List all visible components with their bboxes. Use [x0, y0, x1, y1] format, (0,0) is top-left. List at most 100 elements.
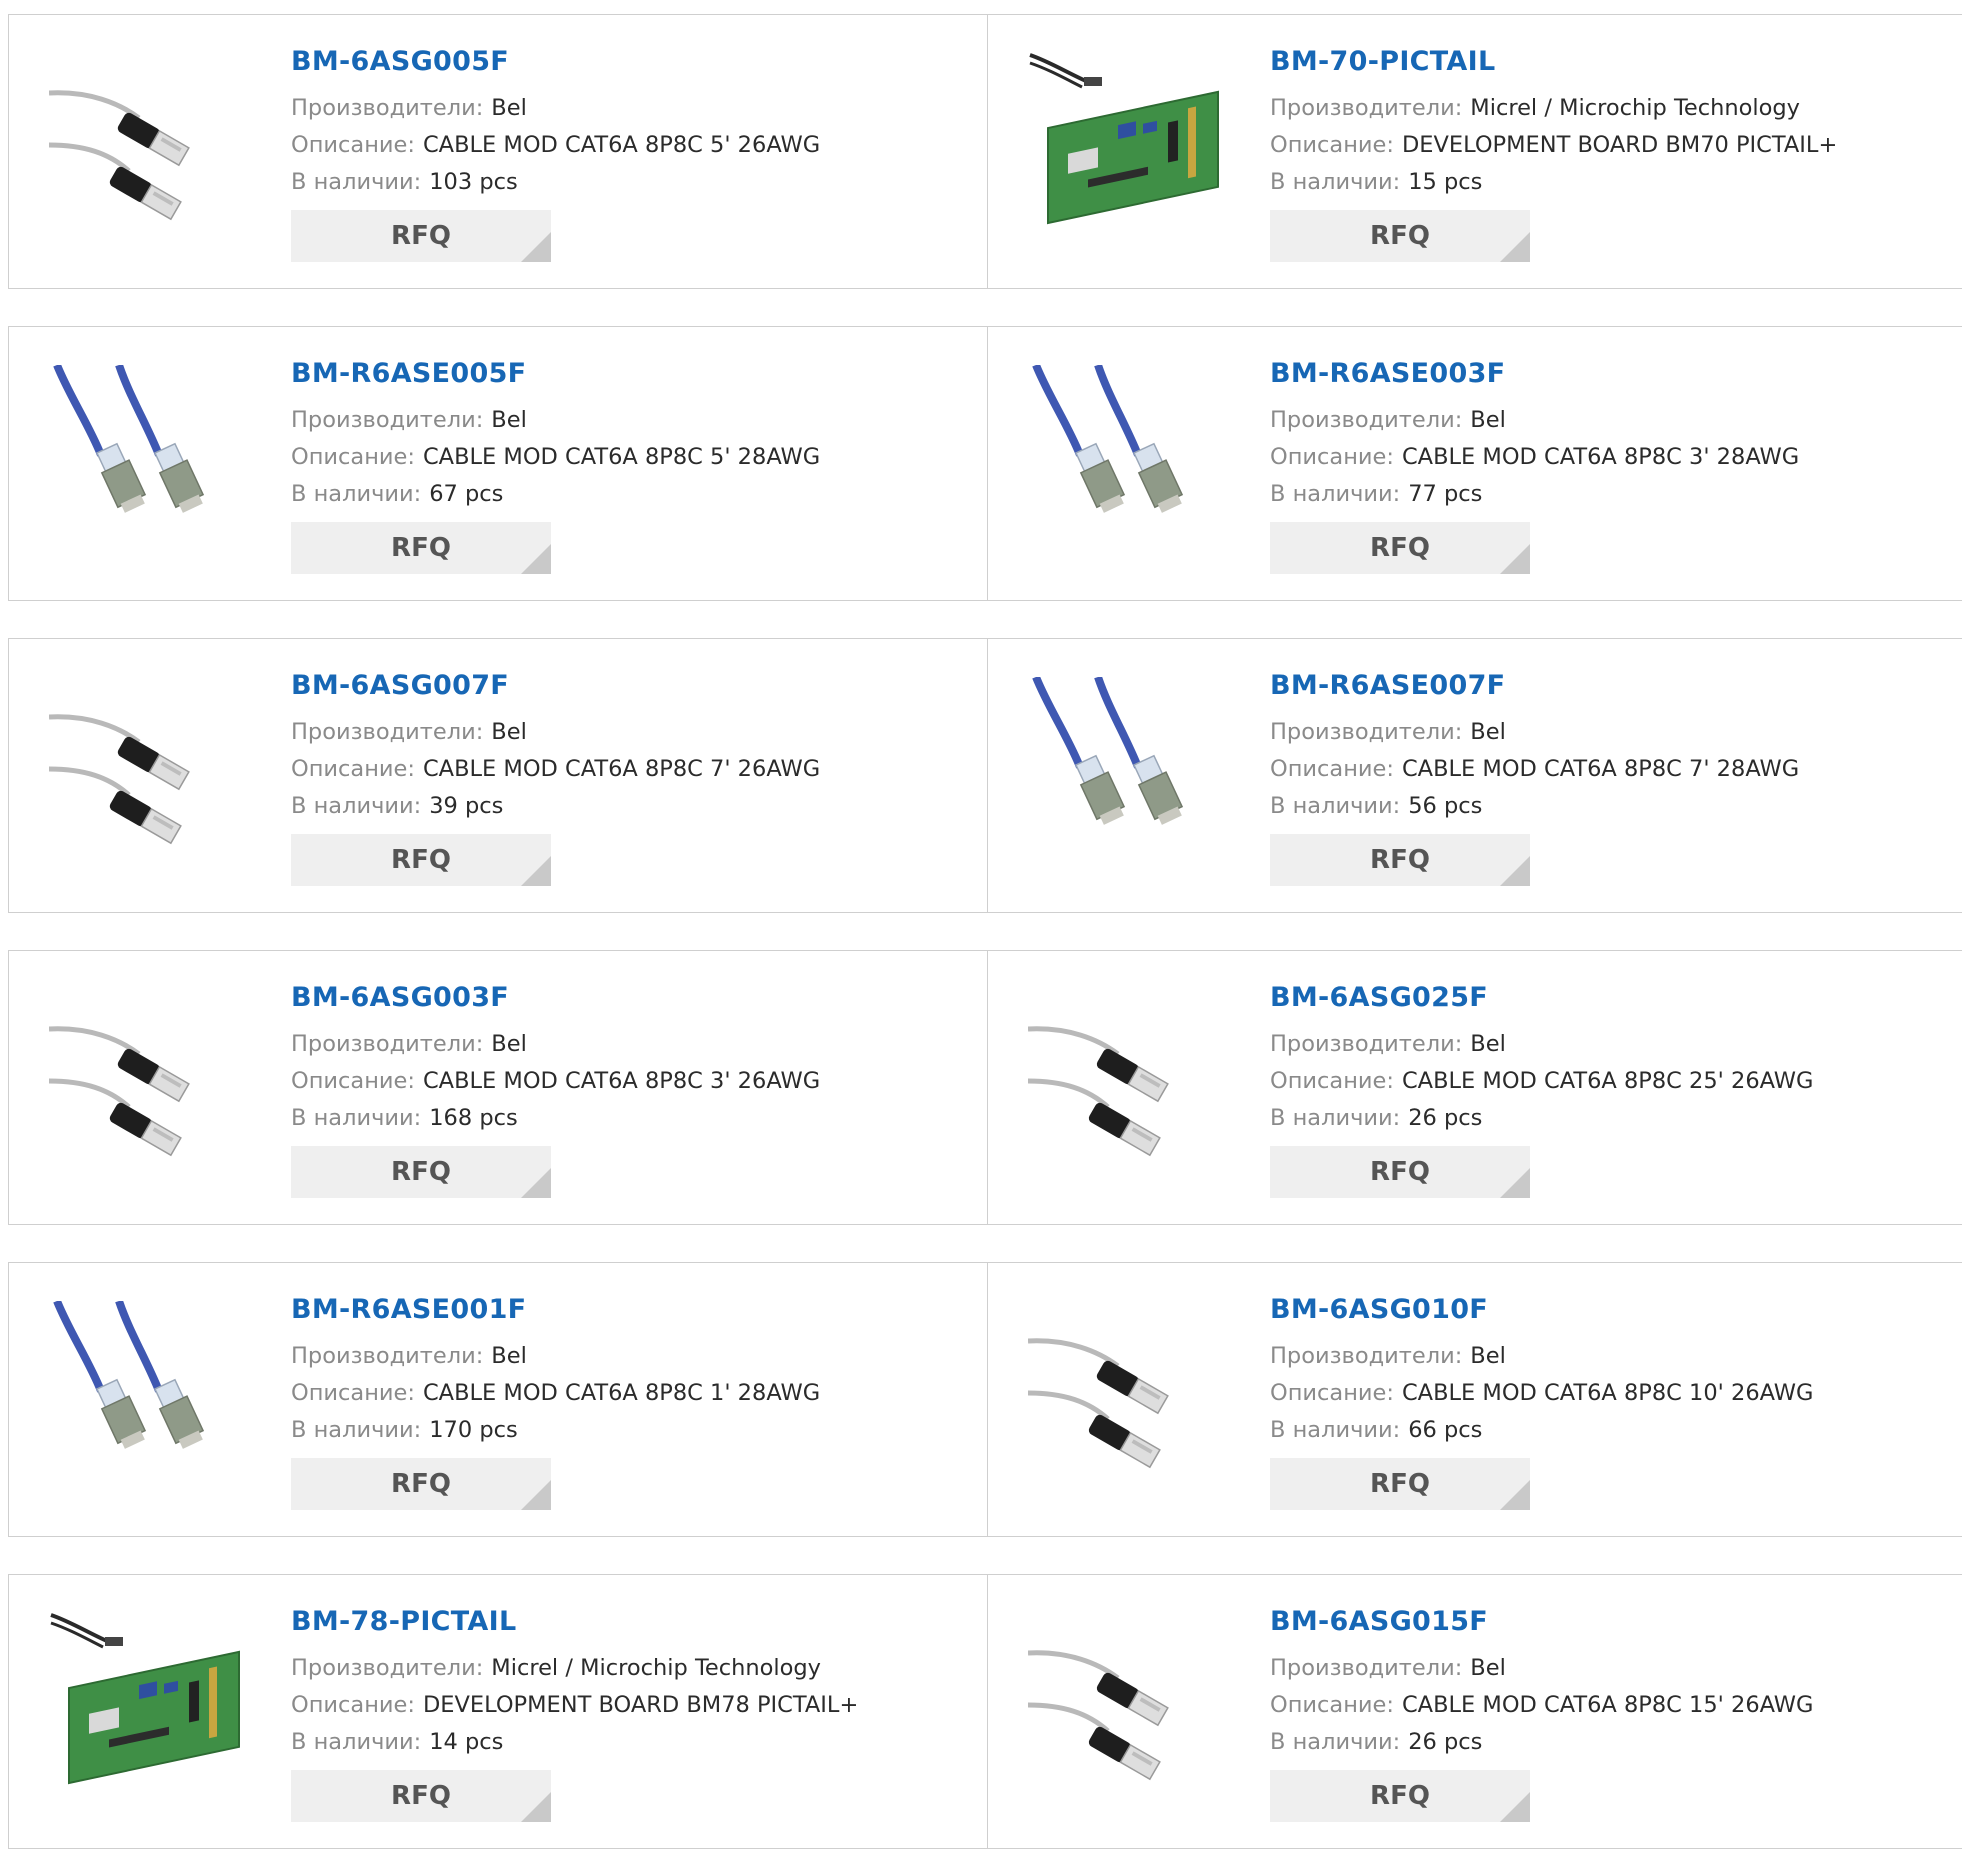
description-field: Описание: CABLE MOD CAT6A 8P8C 7' 28AWG — [1270, 751, 1920, 788]
manufacturer-field: Производители: Bel — [1270, 714, 1920, 751]
product-row: BM-R6ASE001F Производители: Bel Описание: CA… — [8, 1262, 1962, 1537]
stock-label: В наличии: — [1270, 1105, 1401, 1131]
blue-cat6-cable-icon[interactable] — [1028, 365, 1228, 565]
stock-field: В наличии: 26 pcs — [1270, 1724, 1920, 1761]
rfq-button[interactable]: RFQ — [1270, 210, 1530, 262]
stock-field: В наличии: 56 pcs — [1270, 788, 1920, 825]
product-part-link[interactable]: BM-R6ASE007F — [1270, 669, 1920, 703]
rfq-button[interactable]: RFQ — [291, 1770, 551, 1822]
description-label: Описание: — [1270, 444, 1394, 470]
stock-value: 39 pcs — [429, 793, 504, 819]
rfq-button[interactable]: RFQ — [1270, 1146, 1530, 1198]
manufacturer-field: Производители: Bel — [1270, 402, 1920, 439]
description-field: Описание: CABLE MOD CAT6A 8P8C 1' 28AWG — [291, 1375, 941, 1412]
manufacturer-value: Bel — [1470, 1655, 1506, 1681]
product-part-link[interactable]: BM-6ASG025F — [1270, 981, 1920, 1015]
product-part-link[interactable]: BM-R6ASE001F — [291, 1293, 941, 1327]
manufacturer-label: Производители: — [291, 95, 484, 121]
product-part-link[interactable]: BM-R6ASE003F — [1270, 357, 1920, 391]
product-part-link[interactable]: BM-70-PICTAIL — [1270, 45, 1920, 79]
manufacturer-label: Производители: — [291, 407, 484, 433]
manufacturer-label: Производители: — [1270, 95, 1463, 121]
manufacturer-label: Производители: — [1270, 1343, 1463, 1369]
rfq-button[interactable]: RFQ — [1270, 1770, 1530, 1822]
description-value: CABLE MOD CAT6A 8P8C 3' 26AWG — [422, 1068, 821, 1094]
stock-value: 168 pcs — [429, 1105, 518, 1131]
description-value: CABLE MOD CAT6A 8P8C 7' 26AWG — [422, 756, 821, 782]
description-field: Описание: CABLE MOD CAT6A 8P8C 15' 26AWG — [1270, 1687, 1920, 1724]
product-info: BM-R6ASE005F Производители: Bel Описание: CA… — [291, 357, 941, 574]
product-part-link[interactable]: BM-6ASG007F — [291, 669, 941, 703]
stock-field: В наличии: 170 pcs — [291, 1412, 941, 1449]
manufacturer-label: Производители: — [291, 1343, 484, 1369]
description-label: Описание: — [291, 132, 415, 158]
blue-cat6-cable-icon[interactable] — [1028, 677, 1228, 877]
product-part-link[interactable]: BM-R6ASE005F — [291, 357, 941, 391]
description-label: Описание: — [1270, 1692, 1394, 1718]
product-card: BM-6ASG010F Производители: Bel Описание: CAB… — [988, 1263, 1962, 1536]
product-row: BM-78-PICTAIL Производители: Micrel / Micr… — [8, 1574, 1962, 1849]
blue-cat6-cable-icon[interactable] — [49, 365, 249, 565]
manufacturer-label: Производители: — [291, 719, 484, 745]
rfq-button[interactable]: RFQ — [291, 1458, 551, 1510]
stock-field: В наличии: 39 pcs — [291, 788, 941, 825]
stock-label: В наличии: — [1270, 481, 1401, 507]
product-part-link[interactable]: BM-6ASG005F — [291, 45, 941, 79]
product-card: BM-6ASG015F Производители: Bel Описание: CAB… — [988, 1575, 1962, 1848]
manufacturer-value: Bel — [491, 1343, 527, 1369]
gray-cat6-cable-icon[interactable] — [49, 677, 249, 877]
rfq-button[interactable]: RFQ — [291, 522, 551, 574]
stock-label: В наличии: — [291, 793, 422, 819]
description-field: Описание: CABLE MOD CAT6A 8P8C 25' 26AWG — [1270, 1063, 1920, 1100]
stock-field: В наличии: 103 pcs — [291, 164, 941, 201]
product-info: BM-6ASG007F Производители: Bel Описание: CAB… — [291, 669, 941, 886]
product-row: BM-6ASG005F Производители: Bel Описание: CAB… — [8, 14, 1962, 289]
product-info: BM-6ASG003F Производители: Bel Описание: CAB… — [291, 981, 941, 1198]
description-value: DEVELOPMENT BOARD BM70 PICTAIL+ — [1401, 132, 1838, 158]
product-card: BM-6ASG025F Производители: Bel Описание: CAB… — [988, 951, 1962, 1224]
stock-label: В наличии: — [291, 1729, 422, 1755]
description-label: Описание: — [291, 1692, 415, 1718]
product-part-link[interactable]: BM-6ASG010F — [1270, 1293, 1920, 1327]
product-card: BM-R6ASE003F Производители: Bel Описание: CA… — [988, 327, 1962, 600]
gray-cat6-cable-icon[interactable] — [1028, 1301, 1228, 1501]
stock-value: 103 pcs — [429, 169, 518, 195]
rfq-button[interactable]: RFQ — [291, 210, 551, 262]
rfq-button[interactable]: RFQ — [1270, 834, 1530, 886]
description-label: Описание: — [291, 444, 415, 470]
manufacturer-label: Производители: — [1270, 719, 1463, 745]
gray-cat6-cable-icon[interactable] — [1028, 989, 1228, 1189]
manufacturer-value: Micrel / Microchip Technology — [1470, 95, 1800, 121]
stock-label: В наличии: — [1270, 169, 1401, 195]
product-part-link[interactable]: BM-6ASG015F — [1270, 1605, 1920, 1639]
gray-cat6-cable-icon[interactable] — [49, 989, 249, 1189]
stock-value: 66 pcs — [1408, 1417, 1483, 1443]
gray-cat6-cable-icon[interactable] — [49, 53, 249, 253]
rfq-button[interactable]: RFQ — [291, 834, 551, 886]
product-card: BM-78-PICTAIL Производители: Micrel / Micr… — [9, 1575, 988, 1848]
product-part-link[interactable]: BM-78-PICTAIL — [291, 1605, 941, 1639]
dev-board-icon[interactable] — [49, 1613, 249, 1813]
description-field: Описание: DEVELOPMENT BOARD BM70 PICTAIL+ — [1270, 127, 1920, 164]
rfq-button[interactable]: RFQ — [1270, 522, 1530, 574]
rfq-button[interactable]: RFQ — [1270, 1458, 1530, 1510]
manufacturer-field: Производители: Micrel / Microchip Technol… — [291, 1650, 941, 1687]
stock-field: В наличии: 168 pcs — [291, 1100, 941, 1137]
manufacturer-value: Bel — [1470, 1031, 1506, 1057]
dev-board-icon[interactable] — [1028, 53, 1228, 253]
product-row: BM-6ASG003F Производители: Bel Описание: CAB… — [8, 950, 1962, 1225]
rfq-button[interactable]: RFQ — [291, 1146, 551, 1198]
manufacturer-field: Производители: Bel — [291, 402, 941, 439]
manufacturer-label: Производители: — [291, 1655, 484, 1681]
stock-label: В наличии: — [291, 1417, 422, 1443]
description-label: Описание: — [1270, 132, 1394, 158]
product-row: BM-6ASG007F Производители: Bel Описание: CAB… — [8, 638, 1962, 913]
stock-label: В наличии: — [1270, 793, 1401, 819]
product-part-link[interactable]: BM-6ASG003F — [291, 981, 941, 1015]
manufacturer-field: Производители: Bel — [291, 1026, 941, 1063]
gray-cat6-cable-icon[interactable] — [1028, 1613, 1228, 1813]
blue-cat6-cable-icon[interactable] — [49, 1301, 249, 1501]
description-label: Описание: — [1270, 1380, 1394, 1406]
description-value: CABLE MOD CAT6A 8P8C 1' 28AWG — [422, 1380, 821, 1406]
stock-label: В наличии: — [291, 1105, 422, 1131]
